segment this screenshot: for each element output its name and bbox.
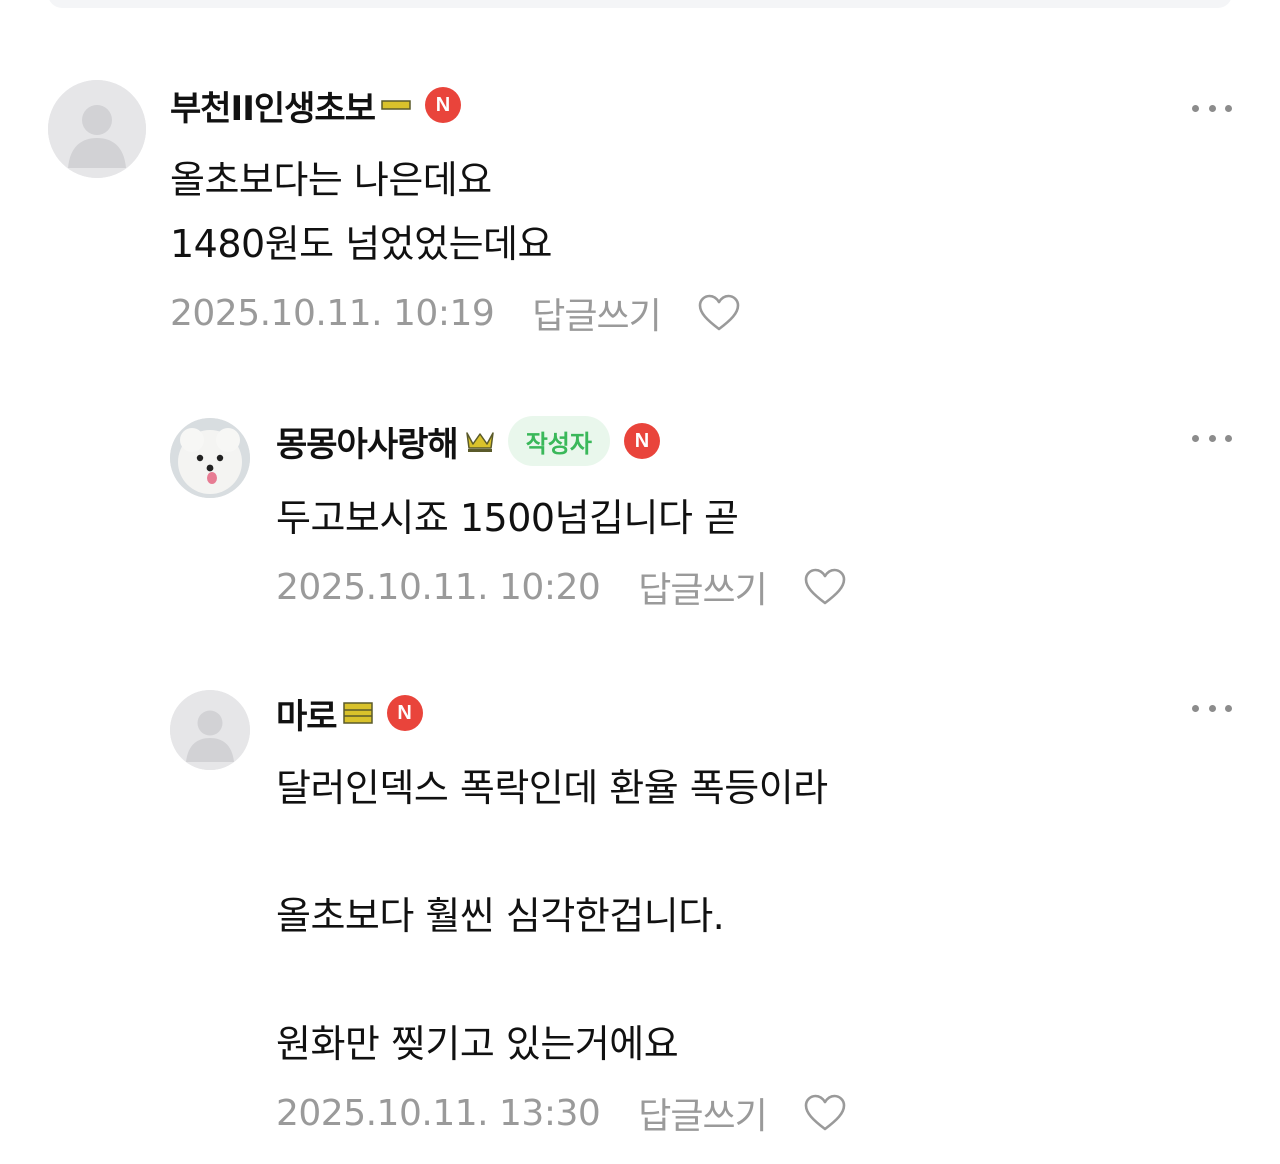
avatar[interactable] [170,690,250,770]
comment-header: 부천II인생초보 N [170,80,461,130]
comment-date: 2025.10.11. 10:20 [276,566,601,608]
reply-button[interactable]: 답글쓰기 [638,1087,767,1139]
dot-icon [1192,434,1199,442]
nickname[interactable]: 부천II인생초보 [170,81,376,130]
heart-icon[interactable] [697,293,741,333]
more-options-button[interactable] [1192,698,1232,718]
avatar[interactable] [48,80,146,178]
reply-button[interactable]: 답글쓰기 [532,287,661,339]
comment-list: 부천II인생초보 N 올초보다는 나은데요 1480원도 넘었었는데요 2025… [0,0,1280,1164]
default-avatar-icon [170,690,250,770]
more-options-button[interactable] [1192,98,1232,118]
default-avatar-icon [48,80,146,178]
heart-icon[interactable] [803,567,847,607]
comment-meta: 2025.10.11. 10:20 답글쓰기 [276,562,847,612]
reply-button[interactable]: 답글쓰기 [638,561,767,613]
comment-text: 달러인덱스 폭락인데 환율 폭등이라 올초보다 훨씬 심각한겁니다. 원화만 찢… [276,766,828,1066]
new-badge: N [386,695,423,731]
nickname[interactable]: 몽몽아사랑해 [276,417,459,466]
dot-icon [1208,704,1216,712]
heart-icon[interactable] [803,1093,847,1133]
comment-header: 마로 N [276,688,423,738]
dot-icon [1225,434,1232,442]
crown-icon [464,428,496,454]
dot-icon [1208,434,1216,442]
nickname[interactable]: 마로 [276,689,338,738]
dot-icon [1208,104,1216,112]
dot-icon [1192,104,1199,112]
comment-text: 두고보시죠 1500넘깁니다 곧 [276,496,739,540]
comment-meta: 2025.10.11. 10:19 답글쓰기 [170,288,741,338]
comment-header: 몽몽아사랑해 작성자 N [276,416,660,466]
grade-stack-icon [342,701,373,725]
comment-meta: 2025.10.11. 13:30 답글쓰기 [276,1088,847,1138]
more-options-button[interactable] [1192,428,1232,448]
avatar[interactable] [170,418,250,498]
dot-icon [1192,704,1199,712]
comment-text: 올초보다는 나은데요 1480원도 넘었었는데요 [170,158,552,266]
dot-icon [1225,704,1232,712]
author-tag: 작성자 [507,416,610,466]
dog-avatar-icon [170,418,250,498]
grade-bar-icon [381,98,411,112]
new-badge: N [623,423,660,459]
previous-section-edge [48,0,1232,8]
dot-icon [1225,104,1232,112]
comment-date: 2025.10.11. 13:30 [276,1092,601,1134]
new-badge: N [424,87,461,123]
comment-date: 2025.10.11. 10:19 [170,292,495,334]
